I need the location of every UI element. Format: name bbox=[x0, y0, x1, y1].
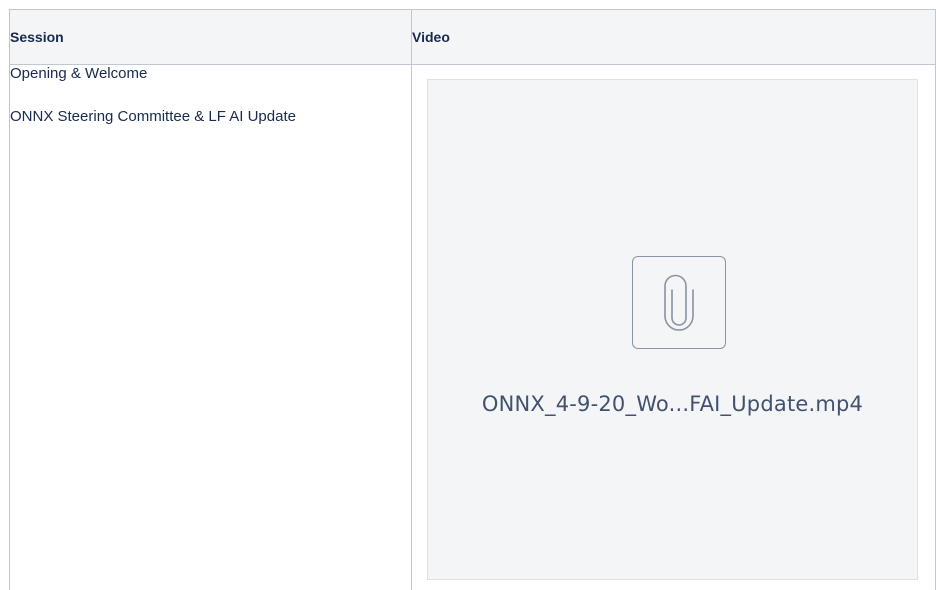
paperclip-icon bbox=[664, 274, 694, 331]
video-column-header: Video bbox=[411, 9, 936, 65]
session-column-header: Session bbox=[9, 9, 412, 65]
video-file-name[interactable]: ONNX_4-9-20_Wo...FAI_Update.mp4 bbox=[428, 392, 917, 416]
session-item-opening: Opening & Welcome bbox=[10, 65, 148, 82]
table-row: Opening & Welcome ONNX Steering Committe… bbox=[9, 64, 936, 590]
attachment-icon-box bbox=[632, 256, 726, 349]
video-cell: ONNX_4-9-20_Wo...FAI_Update.mp4 bbox=[411, 64, 936, 590]
session-cell: Opening & Welcome ONNX Steering Committe… bbox=[9, 64, 412, 590]
table-header-row: Session Video bbox=[9, 9, 936, 65]
video-file-preview[interactable]: ONNX_4-9-20_Wo...FAI_Update.mp4 bbox=[427, 79, 918, 580]
session-item-steering-committee: ONNX Steering Committee & LF AI Update bbox=[10, 108, 296, 125]
session-table: Session Video Opening & Welcome ONNX Ste… bbox=[9, 9, 936, 590]
session-table-wrapper: Session Video Opening & Welcome ONNX Ste… bbox=[9, 9, 936, 590]
